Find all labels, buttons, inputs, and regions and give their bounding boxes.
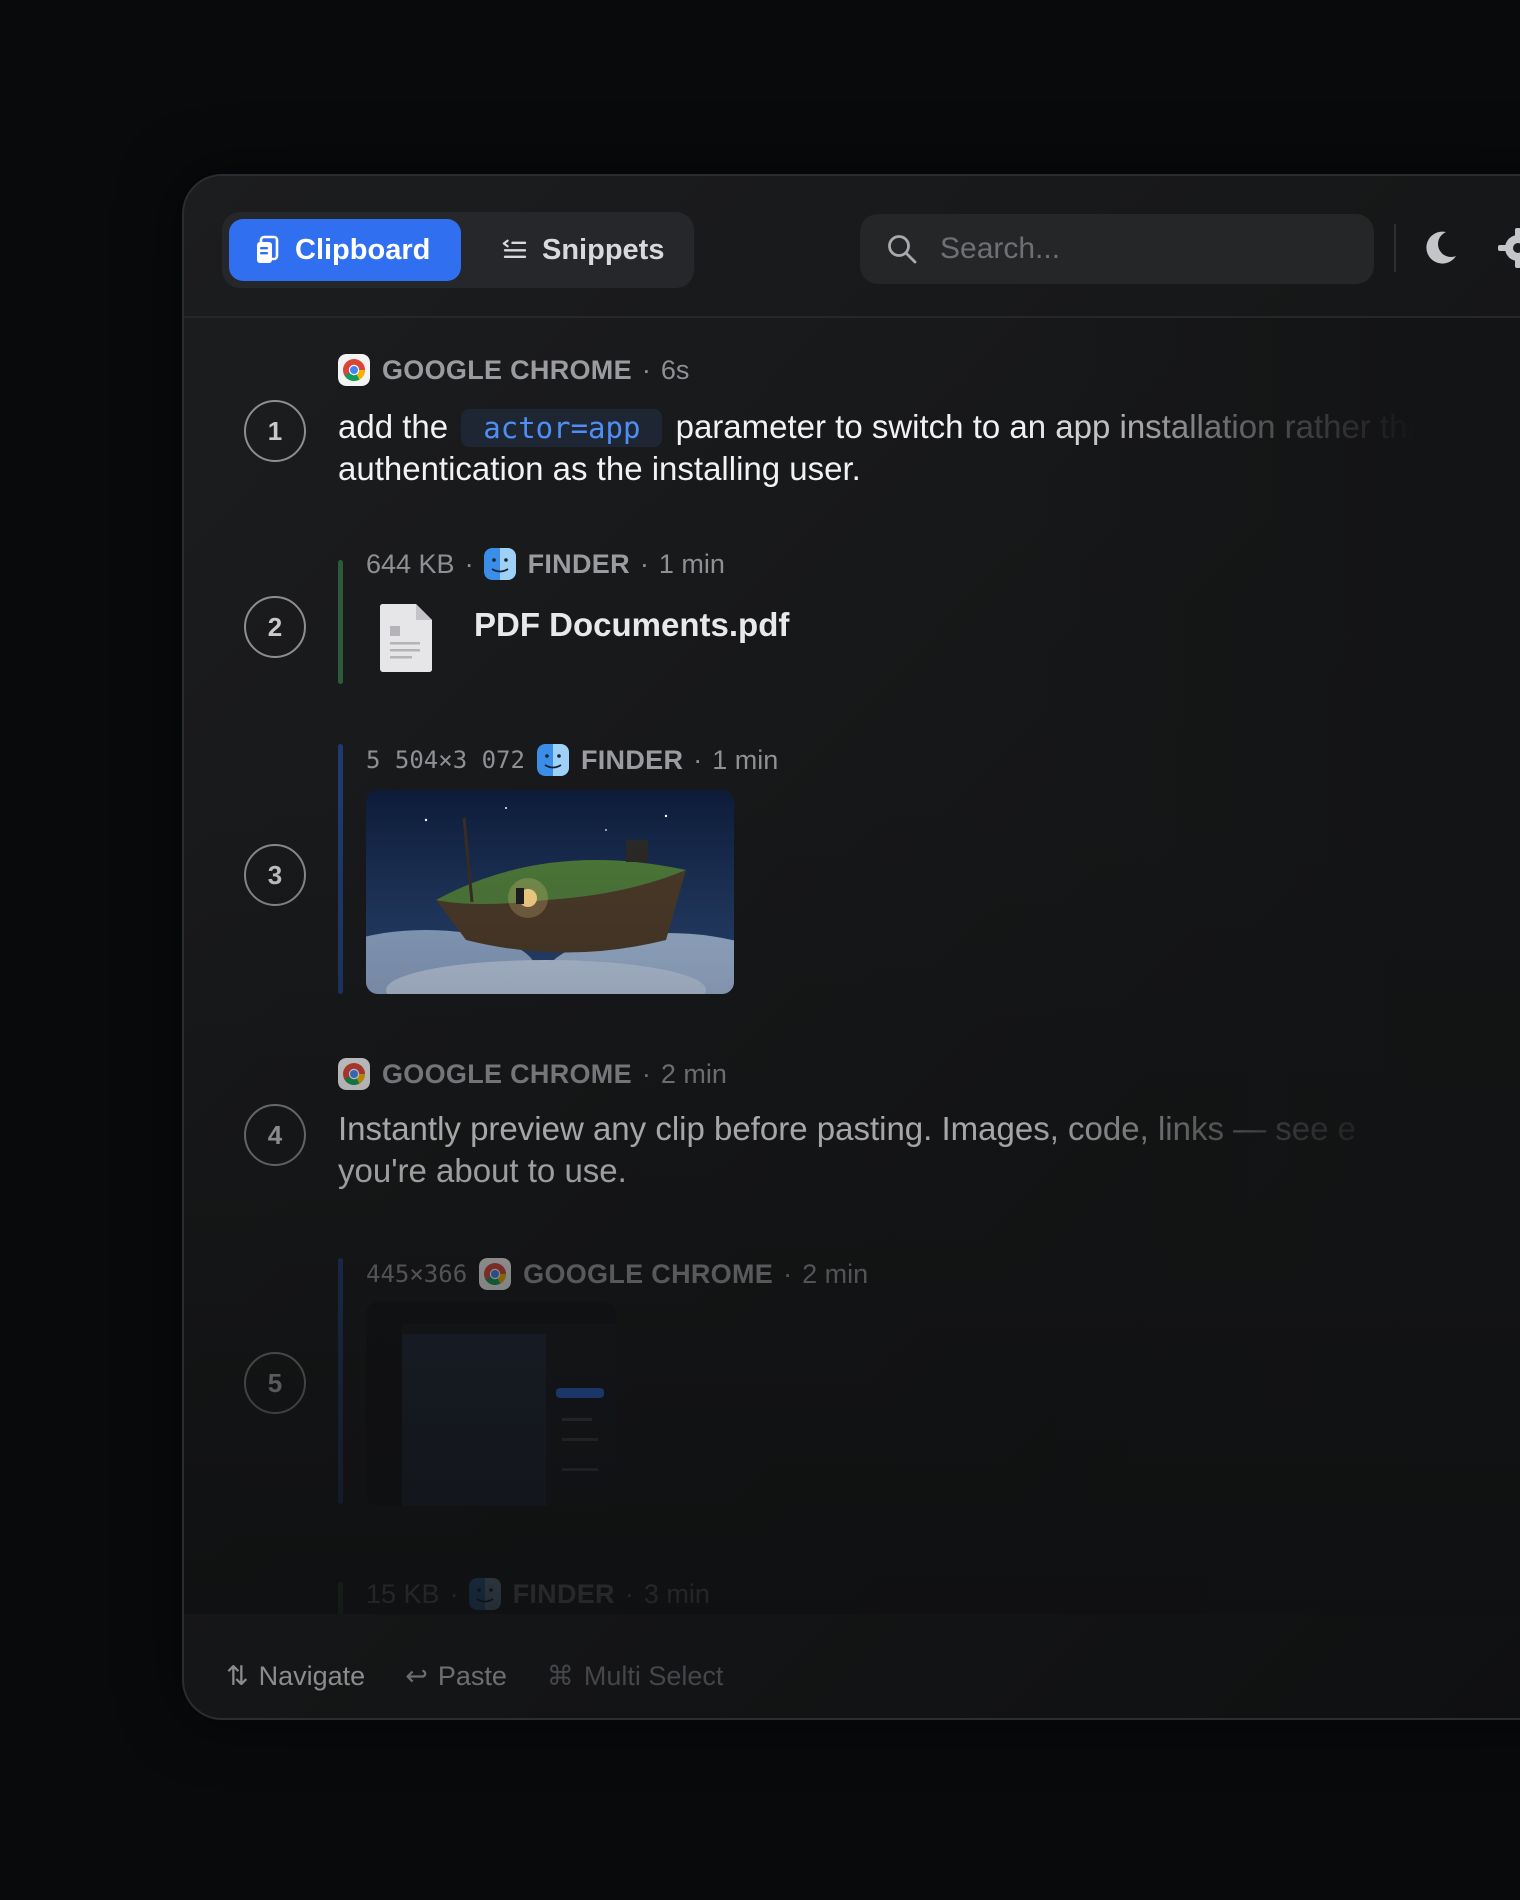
item-app: GOOGLE CHROME	[382, 1058, 632, 1089]
item-number: 3	[244, 844, 306, 906]
separator: ·	[624, 1578, 634, 1609]
item-time: 2 min	[802, 1258, 869, 1289]
item-size: 644 KB	[366, 548, 455, 579]
item-meta: 5 504×3 072 FINDER · 1 min	[366, 744, 778, 776]
tab-group: Clipboard Snippets	[222, 212, 694, 288]
toolbar: Clipboard Snippets	[184, 176, 1520, 318]
clipboard-icon	[257, 235, 279, 263]
list-item[interactable]: 2 644 KB · FINDER · 1 min PDF Documents.…	[184, 548, 1520, 688]
hint-multi-select-label: Multi Select	[583, 1660, 724, 1691]
item-app: FINDER	[527, 548, 630, 579]
search-input[interactable]	[938, 231, 1342, 267]
item-app: GOOGLE CHROME	[523, 1258, 774, 1289]
item-number: 2	[244, 596, 306, 658]
hint-paste: ↩ Paste	[405, 1661, 507, 1692]
chrome-icon	[479, 1258, 512, 1290]
item-meta: 15 KB · FINDER · 3 min	[366, 1578, 710, 1610]
image-thumbnail	[366, 790, 734, 994]
item-meta: GOOGLE CHROME · 6s	[338, 354, 689, 386]
item-meta: 445×366 GOOGLE CHROME · 2 min	[366, 1258, 868, 1290]
finder-icon	[468, 1578, 501, 1610]
command-icon: ⌘	[546, 1660, 574, 1691]
item-text-line2: authentication as the installing user.	[338, 450, 861, 487]
tab-snippets-label: Snippets	[542, 233, 665, 266]
tab-snippets[interactable]: Snippets	[476, 219, 676, 281]
image-accent-bar	[338, 744, 343, 994]
item-time: 6s	[660, 354, 690, 385]
hint-navigate-label: Navigate	[258, 1660, 366, 1691]
search-box[interactable]	[860, 214, 1374, 284]
separator: ·	[783, 1258, 793, 1289]
return-icon: ↩	[405, 1660, 428, 1691]
separator: ·	[641, 1058, 651, 1089]
item-filename: PDF Documents.pdf	[474, 606, 790, 643]
toolbar-divider	[1394, 224, 1396, 272]
file-accent-bar	[338, 1582, 343, 1614]
item-text-line2: you're about to use.	[338, 1152, 627, 1189]
finder-icon	[483, 548, 516, 580]
shortcut-footer: ⇅ Navigate ↩ Paste ⌘ Multi Select	[184, 1646, 1520, 1706]
clip-list[interactable]: 1 GOOGLE CHROME · 6s add the actor=app p…	[184, 318, 1520, 1614]
item-text-after: parameter to switch to an app installati…	[675, 408, 1445, 445]
item-app: GOOGLE CHROME	[382, 354, 632, 385]
list-item[interactable]: 4 GOOGLE CHROME · 2 min Instantly previe…	[184, 1058, 1520, 1218]
item-dimensions: 445×366	[366, 1260, 468, 1288]
hint-navigate: ⇅ Navigate	[226, 1661, 365, 1692]
chrome-icon	[338, 1058, 370, 1090]
chrome-icon	[338, 354, 370, 386]
updown-arrows-icon: ⇅	[226, 1660, 249, 1691]
moon-icon[interactable]	[1420, 228, 1460, 268]
item-text: Instantly preview any clip before pastin…	[338, 1110, 1357, 1147]
hint-multi-select: ⌘ Multi Select	[547, 1661, 724, 1692]
document-icon	[379, 604, 432, 673]
item-text: add the actor=app parameter to switch to…	[338, 406, 1444, 449]
item-time: 1 min	[658, 548, 725, 579]
separator: ·	[449, 1578, 459, 1609]
finder-icon	[536, 744, 569, 776]
screenshot-thumbnail	[366, 1302, 616, 1506]
image-accent-bar	[338, 1258, 343, 1504]
clipboard-window: Clipboard Snippets Search... 1 GOOGLE CH…	[182, 174, 1520, 1720]
tab-clipboard-label: Clipboard	[295, 233, 431, 266]
item-number: 4	[244, 1104, 306, 1166]
separator: ·	[641, 354, 651, 385]
separator: ·	[464, 548, 474, 579]
item-time: 3 min	[643, 1578, 710, 1609]
list-item[interactable]: 3 5 504×3 072 FINDER · 1 min	[184, 744, 1520, 1004]
tab-clipboard[interactable]: Clipboard	[229, 219, 461, 281]
file-accent-bar	[338, 560, 343, 684]
item-number: 5	[244, 1352, 306, 1414]
list-item[interactable]: 1 GOOGLE CHROME · 6s add the actor=app p…	[184, 318, 1520, 518]
item-time: 2 min	[660, 1058, 727, 1089]
separator: ·	[639, 548, 649, 579]
item-meta: 644 KB · FINDER · 1 min	[366, 548, 725, 580]
item-number: 1	[244, 400, 306, 462]
search-icon	[888, 235, 917, 264]
snippets-icon	[502, 239, 527, 258]
item-app: FINDER	[580, 744, 684, 775]
separator: ·	[693, 744, 703, 775]
item-size: 15 KB	[366, 1578, 440, 1609]
item-app: FINDER	[512, 1578, 615, 1609]
item-meta: GOOGLE CHROME · 2 min	[338, 1058, 727, 1090]
gear-icon[interactable]	[1496, 226, 1520, 270]
item-text-before: add the	[338, 408, 449, 445]
item-code: actor=app	[461, 409, 663, 447]
hint-paste-label: Paste	[437, 1660, 507, 1691]
list-item[interactable]: 5 445×366 GOOGLE CHROME · 2 min	[184, 1258, 1520, 1508]
item-dimensions: 5 504×3 072	[366, 746, 525, 774]
list-item[interactable]: 6 15 KB · FINDER · 3 min	[184, 1578, 1520, 1614]
item-time: 1 min	[712, 744, 779, 775]
